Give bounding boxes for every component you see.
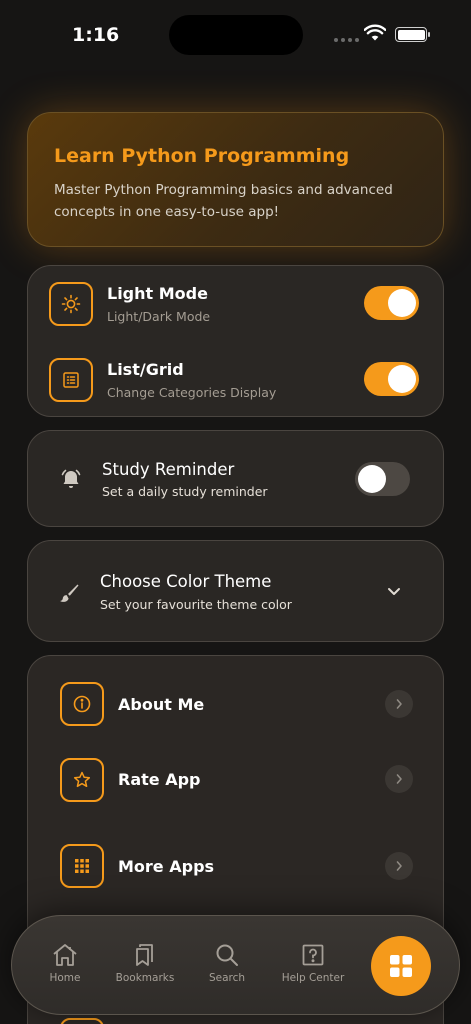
apps-grid-icon bbox=[60, 844, 104, 888]
about-me-label: About Me bbox=[118, 695, 205, 714]
list-icon bbox=[49, 358, 93, 402]
light-mode-subtitle: Light/Dark Mode bbox=[107, 309, 211, 324]
color-theme-subtitle: Set your favourite theme color bbox=[100, 597, 292, 612]
wifi-icon bbox=[364, 24, 386, 41]
categories-fab-button[interactable] bbox=[371, 936, 431, 996]
light-mode-toggle[interactable] bbox=[364, 286, 419, 320]
study-reminder-card: Study Reminder Set a daily study reminde… bbox=[27, 430, 444, 527]
info-icon bbox=[60, 682, 104, 726]
tab-home-label: Home bbox=[49, 972, 81, 984]
hero-card: Learn Python Programming Master Python P… bbox=[27, 112, 444, 247]
battery-icon bbox=[395, 27, 430, 42]
tab-search[interactable]: Search bbox=[187, 942, 267, 984]
tab-search-label: Search bbox=[208, 972, 246, 984]
display-settings-card: Light Mode Light/Dark Mode List/Grid Cha… bbox=[27, 265, 444, 417]
study-reminder-title: Study Reminder bbox=[102, 460, 235, 479]
tab-help-center-label: Help Center bbox=[281, 972, 345, 984]
bell-icon bbox=[61, 469, 81, 488]
tab-bar: Home Bookmarks Search Help Center bbox=[11, 915, 460, 1015]
tab-bookmarks-label: Bookmarks bbox=[115, 972, 175, 984]
grid-icon bbox=[390, 955, 412, 977]
dynamic-island bbox=[169, 15, 303, 55]
help-icon bbox=[302, 944, 324, 966]
sun-icon bbox=[49, 282, 93, 326]
chevron-right-icon bbox=[385, 690, 413, 718]
status-bar: 1:16 bbox=[0, 0, 471, 70]
list-grid-title: List/Grid bbox=[107, 360, 184, 379]
rate-app-label: Rate App bbox=[118, 770, 201, 789]
hero-title: Learn Python Programming bbox=[54, 145, 350, 167]
cellular-signal-icon bbox=[334, 38, 359, 42]
list-grid-subtitle: Change Categories Display bbox=[107, 385, 277, 400]
star-icon bbox=[60, 758, 104, 802]
status-time: 1:16 bbox=[72, 24, 120, 46]
chevron-down-icon[interactable] bbox=[386, 585, 402, 597]
home-icon bbox=[53, 944, 77, 966]
tab-home[interactable]: Home bbox=[25, 942, 105, 984]
partial-row-icon bbox=[60, 1018, 104, 1024]
hero-description: Master Python Programming basics and adv… bbox=[54, 182, 393, 220]
bookmarks-icon bbox=[136, 944, 153, 966]
study-reminder-subtitle: Set a daily study reminder bbox=[102, 484, 268, 499]
chevron-right-icon bbox=[385, 852, 413, 880]
more-apps-label: More Apps bbox=[118, 857, 215, 876]
color-theme-title: Choose Color Theme bbox=[100, 572, 272, 591]
brush-icon bbox=[60, 584, 79, 602]
search-icon bbox=[216, 944, 238, 966]
chevron-right-icon bbox=[385, 765, 413, 793]
list-grid-toggle[interactable] bbox=[364, 362, 419, 396]
study-reminder-toggle[interactable] bbox=[355, 462, 410, 496]
color-theme-card[interactable]: Choose Color Theme Set your favourite th… bbox=[27, 540, 444, 642]
light-mode-title: Light Mode bbox=[107, 284, 208, 303]
tab-bookmarks[interactable]: Bookmarks bbox=[105, 942, 185, 984]
tab-help-center[interactable]: Help Center bbox=[273, 942, 353, 984]
